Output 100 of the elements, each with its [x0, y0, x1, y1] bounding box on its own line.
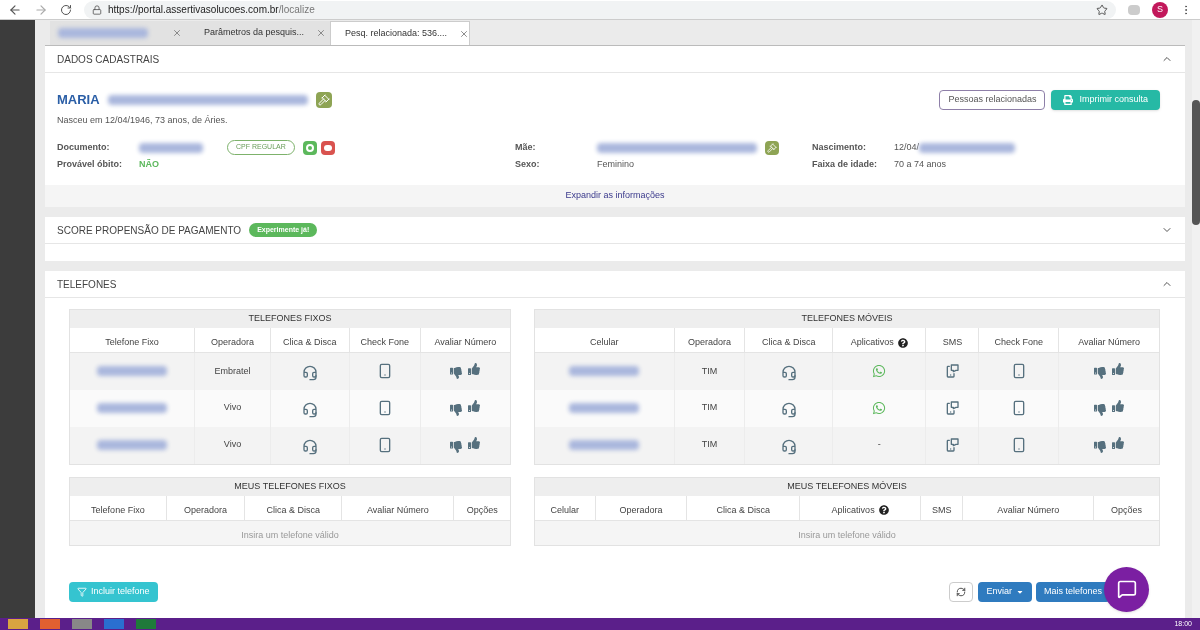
printer-icon: [1063, 95, 1074, 105]
headset-icon[interactable]: [780, 365, 797, 382]
column-header: Avaliar Número: [434, 336, 497, 349]
section-title: TELEFONES: [57, 277, 117, 292]
column-header: Telefone Fixo: [105, 336, 159, 349]
blurred-text: [569, 366, 640, 377]
scrollbar-thumb[interactable]: [1192, 100, 1200, 225]
column-header: Check Fone: [994, 336, 1044, 349]
table-title: MEUS TELEFONES FIXOS: [70, 477, 510, 496]
expand-link[interactable]: Expandir as informações: [565, 189, 665, 203]
send-button[interactable]: Enviar: [978, 581, 1032, 602]
headset-icon[interactable]: [301, 439, 318, 455]
thumbs-down-icon[interactable]: [450, 404, 463, 416]
target-icon[interactable]: [302, 140, 317, 155]
thumbs-up-icon[interactable]: [1112, 400, 1125, 412]
field-value: 12/04/: [894, 140, 920, 154]
column-header: Operadora: [688, 336, 732, 349]
headset-icon[interactable]: [301, 365, 318, 382]
bookmark-star-icon[interactable]: [1096, 3, 1108, 16]
field-value: Feminino: [597, 157, 634, 171]
close-tab-icon[interactable]: [316, 28, 327, 38]
blurred-text: [96, 440, 167, 450]
empty-message: Insira um telefone válido: [241, 529, 339, 540]
column-header: Opções: [1110, 503, 1142, 517]
column-header: Operadora: [619, 503, 663, 517]
refresh-button[interactable]: [949, 581, 974, 602]
url-text: https://portal.assertivasolucoes.com.br/localize: [108, 3, 315, 17]
section-title: SCORE PROPENSÃO DE PAGAMENTO: [57, 223, 242, 238]
thumbs-down-icon[interactable]: [1094, 367, 1107, 380]
related-people-button[interactable]: Pessoas relacionadas: [939, 90, 1046, 110]
section-title: DADOS CADASTRAIS: [57, 52, 160, 67]
column-header: Opções: [466, 503, 498, 517]
thumbs-up-icon[interactable]: [468, 400, 481, 412]
column-header: Clica & Disca: [283, 336, 337, 349]
gavel-icon[interactable]: [765, 140, 779, 155]
close-tab-icon[interactable]: [172, 28, 182, 38]
thumbs-down-icon[interactable]: [450, 367, 463, 380]
blurred-text: [139, 142, 203, 153]
field-label: Provável óbito:: [57, 157, 123, 171]
help-icon[interactable]: [878, 505, 889, 516]
field-label: Faixa de idade:: [812, 157, 879, 171]
thumbs-down-icon[interactable]: [1094, 441, 1107, 453]
table-cell: TIM: [674, 389, 745, 427]
chat-bubble-button[interactable]: [1104, 566, 1149, 612]
column-header: Clica & Disca: [716, 503, 771, 517]
reload-icon[interactable]: [60, 3, 72, 16]
headset-icon[interactable]: [301, 402, 318, 418]
column-header: SMS: [942, 336, 963, 349]
field-value: NÃO: [139, 157, 159, 171]
mobile-message-icon[interactable]: [944, 437, 961, 453]
blurred-text: [569, 403, 640, 413]
help-icon[interactable]: [897, 337, 908, 348]
lock-icon: [92, 4, 102, 15]
blurred-text: [569, 440, 640, 450]
column-header: Celular: [590, 336, 619, 349]
table-cell: TIM: [674, 352, 745, 390]
headset-icon[interactable]: [780, 439, 797, 455]
field-label: Nascimento:: [812, 140, 867, 154]
funnel-icon: [77, 586, 87, 597]
thumbs-down-icon[interactable]: [1094, 404, 1107, 416]
profile-avatar[interactable]: S: [1152, 1, 1168, 18]
thumbs-up-icon[interactable]: [1112, 437, 1125, 449]
column-header: Operadora: [183, 503, 227, 517]
column-header: Aplicativos: [850, 336, 908, 350]
thumbs-up-icon[interactable]: [1112, 363, 1125, 376]
table-cell: TIM: [674, 426, 745, 464]
close-tab-icon[interactable]: [459, 28, 470, 39]
alert-icon[interactable]: [320, 140, 335, 155]
thumbs-up-icon[interactable]: [468, 363, 481, 376]
empty-message: Insira um telefone válido: [798, 529, 896, 540]
birth-info: Nasceu em 12/04/1946, 73 anos, de Áries.: [57, 113, 229, 127]
tab-label: Parâmetros da pesquis...: [204, 26, 305, 40]
column-header: Clica & Disca: [762, 336, 816, 349]
browser-tab[interactable]: Pesq. relacionada: 536....: [330, 21, 470, 45]
mobile-message-icon[interactable]: [944, 400, 961, 416]
mobile-message-icon[interactable]: [944, 363, 961, 380]
column-header: Avaliar Número: [366, 503, 429, 517]
table-title: TELEFONES MÓVEIS: [535, 310, 1159, 328]
table-cell: -: [832, 426, 926, 464]
thumbs-up-icon[interactable]: [468, 437, 481, 449]
address-bar[interactable]: https://portal.assertivasolucoes.com.br/localize: [84, 0, 1116, 19]
headset-icon[interactable]: [780, 402, 797, 418]
column-header: Aplicativos: [831, 503, 889, 517]
column-header: Clica & Disca: [266, 503, 320, 517]
table-cell: Vivo: [194, 389, 271, 427]
blurred-text: [96, 366, 167, 377]
field-label: Sexo:: [515, 157, 541, 171]
table-title: MEUS TELEFONES MÓVEIS: [535, 477, 1159, 496]
column-header: SMS: [931, 503, 952, 517]
gavel-icon[interactable]: [315, 91, 332, 108]
browser-tab[interactable]: Parâmetros da pesquis...: [190, 21, 330, 45]
table-cell: Vivo: [194, 426, 271, 464]
table-cell: Embratel: [194, 352, 271, 390]
refresh-icon: [956, 586, 967, 597]
column-header: Avaliar Número: [1078, 336, 1140, 349]
back-icon[interactable]: [8, 2, 22, 17]
tab-label: Pesq. relacionada: 536....: [345, 26, 448, 40]
chat-icon: [1116, 579, 1137, 599]
table-title: TELEFONES FIXOS: [70, 310, 510, 328]
thumbs-down-icon[interactable]: [450, 441, 463, 453]
